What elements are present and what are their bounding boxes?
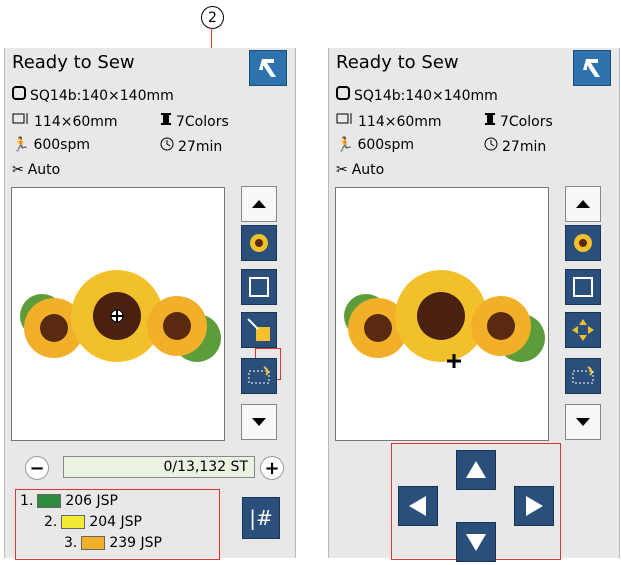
- scroll-up-button[interactable]: [565, 186, 601, 222]
- ready-to-sew-panel-left: Ready to Sew SQ14b:140×140mm 114×60mm 7C…: [4, 48, 296, 560]
- arrow-down-icon: [466, 534, 486, 551]
- sunflower-design: [344, 270, 545, 368]
- cutter-label: Auto: [351, 162, 385, 178]
- jog-arrows: [391, 443, 561, 562]
- speed-label: 600spm: [357, 137, 414, 153]
- size-label: 114×60mm: [358, 114, 442, 130]
- stitch-counter: 0/13,132 ST: [63, 456, 255, 478]
- speed-info: 🏃 600spm: [336, 137, 414, 153]
- ready-to-sew-panel-right: Ready to Sew SQ14b:140×140mm 114×60mm 7C…: [328, 48, 620, 562]
- time-info: 27min: [160, 137, 222, 155]
- runner-icon: 🏃: [336, 137, 354, 153]
- design-preview[interactable]: [335, 187, 549, 441]
- minus-button[interactable]: −: [25, 456, 49, 480]
- time-label: 27min: [178, 139, 223, 155]
- trace-button[interactable]: [565, 269, 601, 305]
- speed-label: 600spm: [33, 137, 90, 153]
- runner-icon: 🏃: [12, 137, 30, 153]
- arrow-right-icon: [526, 496, 543, 516]
- time-label: 27min: [502, 139, 547, 155]
- arrow-up-button[interactable]: [456, 450, 496, 490]
- arrow-left-icon: [409, 496, 426, 516]
- hoop-label: SQ14b:140×140mm: [30, 88, 174, 104]
- spool-icon: [484, 112, 496, 130]
- color-item-1[interactable]: 1. 206 JSP: [20, 493, 118, 509]
- jog-icon: [247, 318, 270, 341]
- cutter-info: ✂ Auto: [336, 162, 384, 178]
- clock-icon: [484, 137, 498, 155]
- color-swatch: [37, 494, 62, 508]
- hoop-icon: [12, 86, 26, 104]
- arrow-right-button[interactable]: [514, 486, 554, 526]
- cutter-info: ✂ Auto: [12, 162, 60, 178]
- color-tool-button[interactable]: [565, 225, 601, 261]
- page-title: Ready to Sew: [336, 52, 459, 73]
- jog-icon: [572, 319, 594, 341]
- hoop-info: SQ14b:140×140mm: [336, 86, 498, 104]
- colors-label: 7Colors: [176, 114, 229, 130]
- spool-icon: [160, 112, 172, 130]
- basting-button[interactable]: [565, 358, 601, 394]
- basting-icon: [572, 366, 594, 384]
- sunflower-icon: [574, 234, 592, 252]
- trace-frame-icon: [573, 277, 593, 297]
- time-info: 27min: [484, 137, 546, 155]
- basting-icon: [248, 366, 270, 384]
- design-size-icon: [12, 112, 30, 130]
- clock-icon: [160, 137, 174, 155]
- back-button[interactable]: [573, 50, 611, 86]
- trace-button[interactable]: [241, 269, 277, 305]
- color-tool-button[interactable]: [241, 225, 277, 261]
- jog-button[interactable]: [241, 312, 277, 348]
- colors-info: 7Colors: [484, 112, 553, 130]
- back-button[interactable]: [249, 50, 287, 86]
- plus-button[interactable]: +: [260, 456, 284, 480]
- sunflower-icon: [250, 234, 268, 252]
- back-arrow-icon: [583, 59, 600, 77]
- arrow-left-button[interactable]: [398, 486, 438, 526]
- cutter-label: Auto: [27, 162, 61, 178]
- hoop-info: SQ14b:140×140mm: [12, 86, 174, 104]
- sunflower-design: [20, 270, 221, 362]
- color-item-2[interactable]: 2. 204 JSP: [44, 514, 142, 530]
- scroll-up-button[interactable]: [241, 186, 277, 222]
- color-item-3[interactable]: 3. 239 JSP: [64, 535, 162, 551]
- size-info: 114×60mm: [12, 112, 118, 130]
- colors-label: 7Colors: [500, 114, 553, 130]
- design-size-icon: [336, 112, 354, 130]
- hoop-label: SQ14b:140×140mm: [354, 88, 498, 104]
- hash-button[interactable]: |#: [242, 497, 280, 539]
- size-label: 114×60mm: [34, 114, 118, 130]
- design-preview[interactable]: [11, 187, 225, 441]
- arrow-up-icon: [466, 461, 486, 478]
- page-title: Ready to Sew: [12, 52, 135, 73]
- scroll-down-button[interactable]: [565, 404, 601, 440]
- callout-number: 2: [201, 6, 224, 29]
- color-list: 1. 206 JSP 2. 204 JSP 3. 239 JSP: [15, 489, 220, 560]
- thread-cutter-icon: ✂: [336, 162, 348, 178]
- basting-button[interactable]: [241, 358, 277, 394]
- size-info: 114×60mm: [336, 112, 442, 130]
- jog-button[interactable]: [565, 312, 601, 348]
- arrow-down-button[interactable]: [456, 522, 496, 562]
- colors-info: 7Colors: [160, 112, 229, 130]
- trace-frame-icon: [249, 277, 269, 297]
- thread-cutter-icon: ✂: [12, 162, 24, 178]
- back-arrow-icon: [259, 59, 276, 77]
- hoop-icon: [336, 86, 350, 104]
- color-swatch: [81, 536, 106, 550]
- scroll-down-button[interactable]: [241, 404, 277, 440]
- color-swatch: [61, 515, 86, 529]
- speed-info: 🏃 600spm: [12, 137, 90, 153]
